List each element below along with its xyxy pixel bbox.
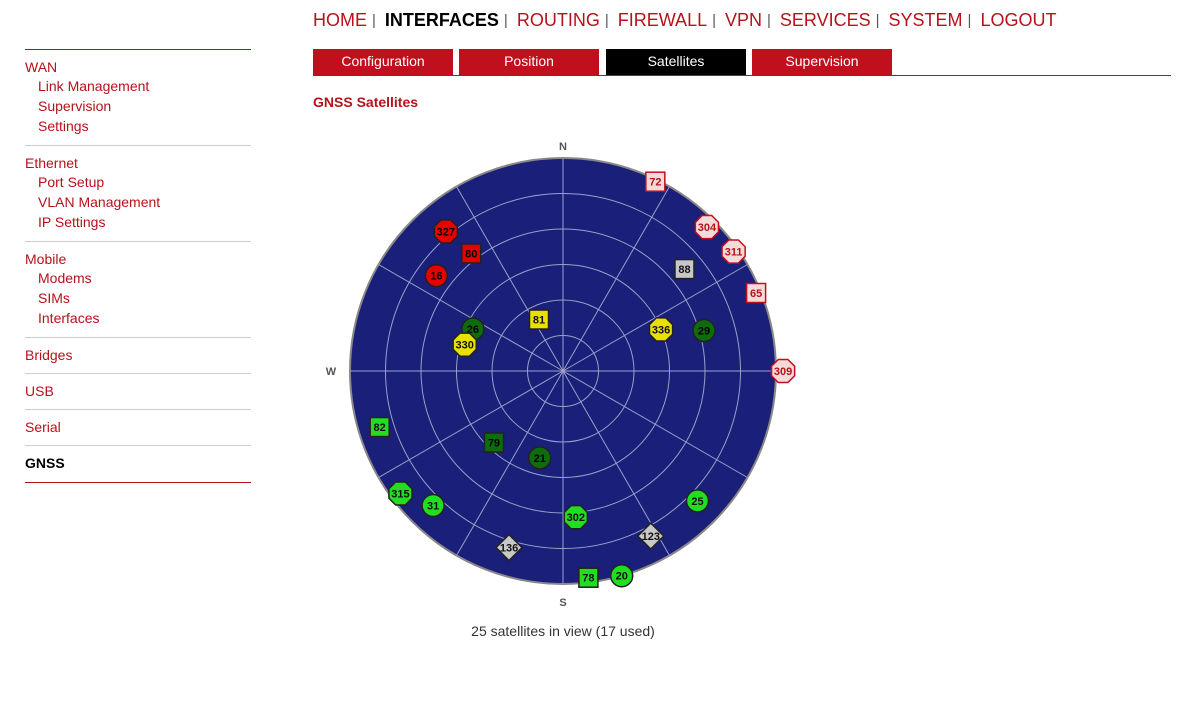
nav-separator: |: [372, 12, 376, 29]
sidebar-item-gnss[interactable]: GNSS: [25, 454, 251, 472]
satellite-id-label: 304: [698, 222, 717, 234]
sidebar-group-serial: Serial: [25, 410, 251, 446]
sidebar-group-usb: USB: [25, 374, 251, 410]
satellite-id-label: 315: [391, 488, 409, 500]
satellite-79: 79: [483, 432, 505, 453]
satellite-88: 88: [674, 258, 695, 280]
sidebar-subitem-port-setup[interactable]: Port Setup: [25, 172, 251, 192]
tab-satellites[interactable]: Satellites: [606, 49, 746, 75]
satellite-id-label: 88: [678, 264, 690, 276]
satellite-336: 336: [648, 317, 674, 342]
satellite-id-label: 80: [465, 249, 477, 261]
sidebar-subitem-interfaces[interactable]: Interfaces: [25, 308, 251, 328]
sidebar-group-mobile: Mobile Modems SIMs Interfaces: [25, 242, 251, 338]
nav-separator: |: [967, 12, 972, 29]
satellite-id-label: 327: [437, 226, 455, 238]
nav-firewall[interactable]: FIREWALL: [618, 10, 707, 31]
sidebar-group-wan: WAN Link Management Supervision Settings: [25, 50, 251, 146]
satellite-id-label: 78: [582, 573, 594, 585]
sidebar-subitem-link-management[interactable]: Link Management: [25, 76, 251, 96]
satellite-315: 315: [388, 481, 413, 506]
satellite-80: 80: [460, 243, 482, 264]
satellite-id-label: 123: [642, 531, 660, 543]
satellite-29: 29: [692, 318, 716, 343]
satellite-20: 20: [609, 563, 634, 588]
compass-west: W: [326, 366, 337, 378]
sidebar-item-ethernet[interactable]: Ethernet: [25, 154, 251, 172]
tab-configuration[interactable]: Configuration: [313, 49, 453, 75]
satellite-skyplot: N S E W 72304311886530933629327801681263…: [313, 130, 813, 615]
sidebar-subitem-modems[interactable]: Modems: [25, 268, 251, 288]
satellite-id-label: 136: [500, 543, 518, 555]
nav-separator: |: [604, 12, 609, 29]
sidebar-item-serial[interactable]: Serial: [25, 418, 251, 436]
satellite-82: 82: [369, 416, 390, 438]
nav-separator: |: [767, 12, 771, 29]
satellite-65: 65: [745, 282, 767, 304]
nav-home[interactable]: HOME: [313, 10, 367, 31]
satellite-id-label: 72: [649, 177, 661, 189]
compass-south: S: [559, 597, 566, 609]
satellite-id-label: 21: [534, 453, 546, 465]
sidebar-item-wan[interactable]: WAN: [25, 58, 251, 76]
satellite-id-label: 25: [691, 496, 703, 508]
nav-services[interactable]: SERVICES: [780, 10, 871, 31]
sidebar-group-bridges: Bridges: [25, 338, 251, 374]
sidebar-item-usb[interactable]: USB: [25, 382, 251, 400]
nav-separator: |: [875, 12, 880, 29]
compass-north: N: [559, 141, 567, 153]
satellite-id-label: 309: [774, 366, 792, 378]
sidebar: WAN Link Management Supervision Settings Eth…: [25, 49, 251, 483]
sidebar-group-gnss: GNSS: [25, 446, 251, 483]
tab-position[interactable]: Position: [459, 49, 599, 75]
satellite-81: 81: [528, 309, 550, 330]
satellite-id-label: 302: [567, 512, 585, 524]
sidebar-subitem-sims[interactable]: SIMs: [25, 288, 251, 308]
satellite-304: 304: [694, 214, 720, 240]
satellite-count-caption: 25 satellites in view (17 used): [471, 623, 655, 639]
satellite-25: 25: [685, 489, 710, 513]
nav-system[interactable]: SYSTEM: [889, 10, 963, 31]
tab-bar: Configuration Position Satellites Supervisi…: [313, 49, 1171, 76]
sidebar-subitem-vlan-management[interactable]: VLAN Management: [25, 192, 251, 212]
satellite-id-label: 330: [456, 340, 474, 352]
sidebar-item-bridges[interactable]: Bridges: [25, 346, 251, 364]
satellite-id-label: 31: [427, 500, 439, 512]
nav-vpn[interactable]: VPN: [725, 10, 762, 31]
nav-logout[interactable]: LOGOUT: [980, 10, 1056, 31]
tab-supervision[interactable]: Supervision: [752, 49, 892, 75]
nav-separator: |: [503, 12, 508, 29]
nav-interfaces[interactable]: INTERFACES: [385, 10, 499, 31]
satellite-311: 311: [721, 239, 746, 264]
nav-routing[interactable]: ROUTING: [517, 10, 600, 31]
satellite-309: 309: [770, 358, 796, 384]
satellite-id-label: 81: [533, 315, 545, 327]
nav-separator: |: [712, 12, 716, 29]
satellite-327: 327: [433, 219, 459, 244]
satellite-id-label: 65: [750, 288, 762, 300]
satellite-330: 330: [452, 332, 477, 357]
sidebar-group-ethernet: Ethernet Port Setup VLAN Management IP Sett…: [25, 146, 251, 242]
section-title: GNSS Satellites: [313, 94, 419, 110]
satellite-id-label: 16: [430, 271, 442, 283]
satellite-id-label: 29: [698, 326, 710, 338]
satellite-id-label: 20: [616, 571, 628, 583]
satellite-302: 302: [563, 504, 589, 530]
satellite-78: 78: [578, 567, 599, 588]
sidebar-subitem-supervision[interactable]: Supervision: [25, 96, 251, 116]
sidebar-subitem-ip-settings[interactable]: IP Settings: [25, 212, 251, 232]
satellite-id-label: 336: [652, 324, 670, 336]
top-navigation: HOME | INTERFACES | ROUTING | FIREWALL | VPN | SER…: [313, 10, 1056, 31]
satellite-id-label: 311: [725, 247, 743, 259]
satellite-72: 72: [645, 171, 666, 192]
satellite-31: 31: [421, 493, 445, 518]
sidebar-subitem-settings[interactable]: Settings: [25, 116, 251, 136]
satellite-21: 21: [527, 446, 552, 470]
satellite-id-label: 82: [374, 422, 386, 434]
sidebar-item-mobile[interactable]: Mobile: [25, 250, 251, 268]
satellite-id-label: 79: [488, 438, 500, 450]
satellite-16: 16: [424, 263, 449, 288]
